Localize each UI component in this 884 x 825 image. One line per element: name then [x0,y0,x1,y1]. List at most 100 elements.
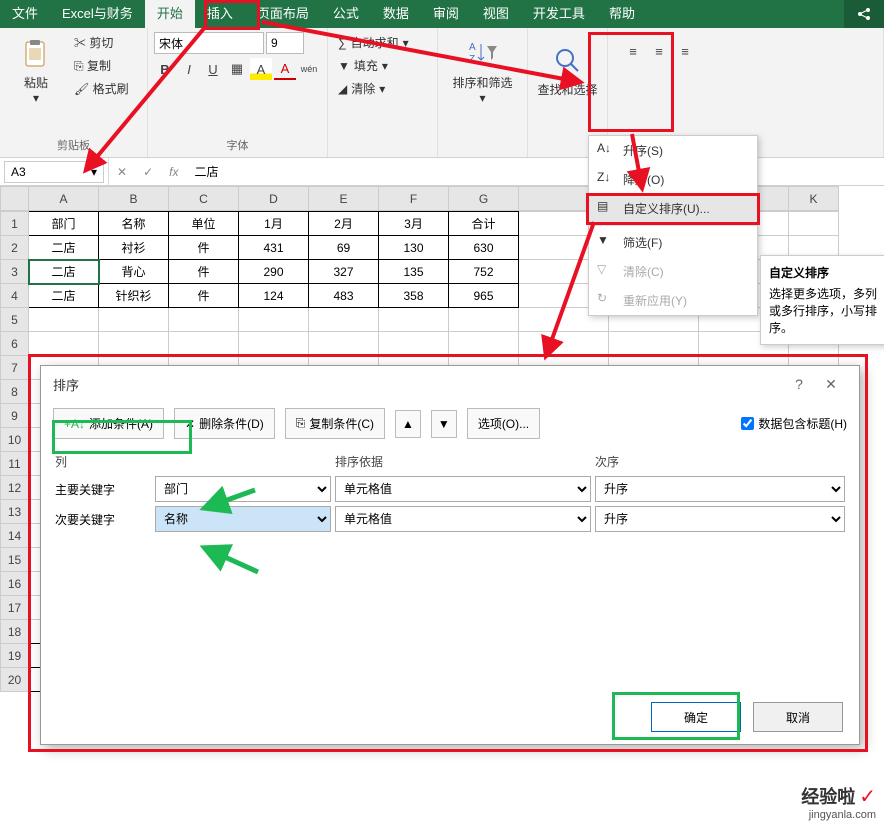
cell[interactable]: 130 [379,236,449,260]
header-checkbox[interactable]: 数据包含标题(H) [741,415,847,432]
cell[interactable]: 483 [309,284,379,308]
cell[interactable] [449,308,519,332]
options-button[interactable]: 选项(O)... [467,408,540,439]
select-all-corner[interactable] [1,187,29,211]
col-header[interactable]: C [169,187,239,211]
cell[interactable] [519,332,609,356]
col-header[interactable]: B [99,187,169,211]
row-header[interactable]: 1 [1,212,29,236]
row-header[interactable]: 14 [1,524,29,548]
align-left-button[interactable]: ≡ [622,40,644,62]
primary-order-select[interactable]: 升序 [595,476,845,502]
row-header[interactable]: 6 [1,332,29,356]
formula-content[interactable]: 二店 [186,163,226,180]
ok-button[interactable]: 确定 [651,702,741,732]
row-header[interactable]: 13 [1,500,29,524]
cell[interactable]: 358 [379,284,449,308]
cell[interactable]: 二店 [29,260,99,284]
cell[interactable] [169,332,239,356]
row-header[interactable]: 4 [1,284,29,308]
cell[interactable]: 件 [169,260,239,284]
col-header[interactable]: F [379,187,449,211]
row-header[interactable]: 17 [1,596,29,620]
cell[interactable]: 1月 [239,212,309,236]
font-size-select[interactable] [266,32,304,54]
delete-level-button[interactable]: ✕删除条件(D) [174,408,275,439]
row-header[interactable]: 18 [1,620,29,644]
phonetic-button[interactable]: wén [298,58,320,80]
move-down-button[interactable]: ▼ [431,410,457,438]
col-header[interactable]: D [239,187,309,211]
cancel-button[interactable]: 取消 [753,702,843,732]
cell[interactable]: 二店 [29,284,99,308]
copy-level-button[interactable]: ⎘复制条件(C) [285,408,385,439]
paste-button[interactable]: 粘贴 ▾ [6,32,66,110]
align-right-button[interactable]: ≡ [674,40,696,62]
tab-formula[interactable]: 公式 [321,0,371,28]
cell[interactable]: 名称 [99,212,169,236]
align-center-button[interactable]: ≡ [648,40,670,62]
cell[interactable] [29,308,99,332]
secondary-sorton-select[interactable]: 单元格值 [335,506,591,532]
tab-home[interactable]: 开始 [145,0,195,28]
cell[interactable]: 2月 [309,212,379,236]
row-header[interactable]: 8 [1,380,29,404]
tab-view[interactable]: 视图 [471,0,521,28]
cell[interactable]: 单位 [169,212,239,236]
cell[interactable] [309,332,379,356]
secondary-column-select[interactable]: 名称 [155,506,331,532]
row-header[interactable]: 15 [1,548,29,572]
row-header[interactable]: 12 [1,476,29,500]
cut-button[interactable]: ✂ 剪切 [70,32,133,53]
tab-data[interactable]: 数据 [371,0,421,28]
primary-column-select[interactable]: 部门 [155,476,331,502]
cell[interactable]: 3月 [379,212,449,236]
row-header[interactable]: 10 [1,428,29,452]
format-painter-button[interactable]: 🖌 格式刷 [70,78,133,99]
primary-sorton-select[interactable]: 单元格值 [335,476,591,502]
autosum-button[interactable]: ∑自动求和 ▾ [334,32,431,53]
row-header[interactable]: 20 [1,668,29,692]
tab-help[interactable]: 帮助 [597,0,647,28]
cell[interactable]: 背心 [99,260,169,284]
share-button[interactable] [844,0,884,28]
col-header[interactable]: K [789,187,839,211]
row-header[interactable]: 11 [1,452,29,476]
col-header[interactable]: G [449,187,519,211]
sort-desc-item[interactable]: Z↓降序(O) [589,165,757,194]
sort-filter-button[interactable]: AZ 排序和筛选 ▾ [453,32,513,110]
cell[interactable]: 二店 [29,236,99,260]
secondary-order-select[interactable]: 升序 [595,506,845,532]
cell[interactable]: 部门 [29,212,99,236]
cell[interactable]: 431 [239,236,309,260]
tab-review[interactable]: 审阅 [421,0,471,28]
close-button[interactable]: ✕ [815,376,847,393]
row-header[interactable]: 16 [1,572,29,596]
col-header[interactable]: E [309,187,379,211]
cancel-icon[interactable]: ✕ [109,165,135,179]
row-header[interactable]: 9 [1,404,29,428]
fill-button[interactable]: ▼填充 ▾ [334,55,431,76]
row-header[interactable]: 19 [1,644,29,668]
tab-insert[interactable]: 插入 [195,0,245,28]
cell[interactable] [309,308,379,332]
fill-color-button[interactable]: A [250,58,272,80]
row-header[interactable]: 2 [1,236,29,260]
font-color-button[interactable]: A [274,58,296,80]
cell[interactable]: 69 [309,236,379,260]
cell[interactable]: 752 [449,260,519,284]
cell[interactable] [29,332,99,356]
row-header[interactable]: 7 [1,356,29,380]
cell[interactable] [449,332,519,356]
sort-asc-item[interactable]: A↓升序(S) [589,136,757,165]
tab-file[interactable]: 文件 [0,0,50,28]
check-icon[interactable]: ✓ [135,165,161,179]
cell[interactable] [609,332,699,356]
cell[interactable] [379,308,449,332]
name-box[interactable]: A3▾ [4,161,104,183]
underline-button[interactable]: U [202,58,224,80]
cell[interactable] [99,308,169,332]
cell[interactable]: 327 [309,260,379,284]
cell[interactable]: 135 [379,260,449,284]
filter-item[interactable]: ▼筛选(F) [589,228,757,257]
